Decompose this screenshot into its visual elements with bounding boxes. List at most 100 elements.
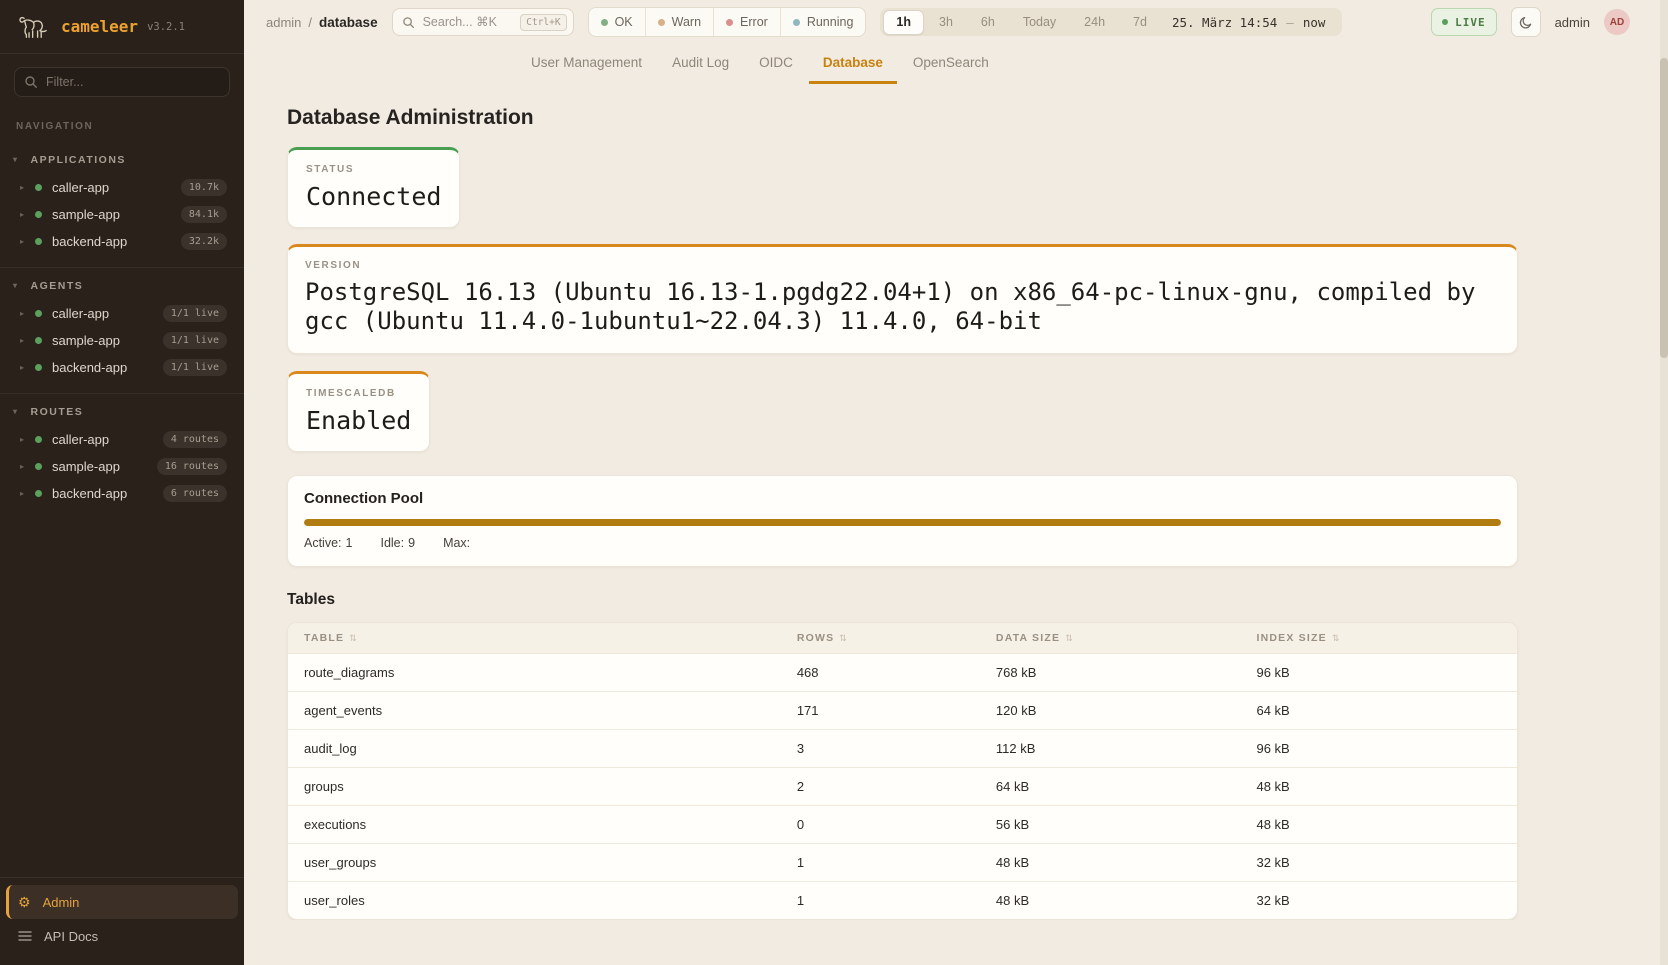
sidebar-item-sample-app-agent[interactable]: ▸ sample-app 1/1 live (0, 327, 244, 354)
item-label: backend-app (52, 486, 156, 501)
sidebar-item-admin[interactable]: ⚙ Admin (6, 885, 238, 919)
chevron-down-icon: ▾ (13, 408, 19, 416)
sidebar-item-api-docs[interactable]: API Docs (6, 919, 238, 953)
running-dot-icon (793, 19, 800, 26)
sidebar-item-caller-app-agent[interactable]: ▸ caller-app 1/1 live (0, 300, 244, 327)
tables-table: TABLE⇅ ROWS⇅ DATA SIZE⇅ INDEX SIZE⇅ rout… (288, 623, 1517, 919)
sidebar-item-caller-app-routes[interactable]: ▸ caller-app 4 routes (0, 426, 244, 453)
table-row: groups 2 64 kB 48 kB (288, 767, 1517, 805)
sidebar-item-sample-app-routes[interactable]: ▸ sample-app 16 routes (0, 453, 244, 480)
breadcrumb-admin[interactable]: admin (266, 15, 301, 30)
tab-user-management[interactable]: User Management (517, 55, 656, 84)
sidebar-item-backend-app-agent[interactable]: ▸ backend-app 1/1 live (0, 354, 244, 381)
date-range-display[interactable]: 25. März 14:54 — now (1162, 15, 1339, 30)
status-dot-icon (35, 436, 42, 443)
list-icon (18, 931, 32, 941)
live-dot-icon (1442, 19, 1448, 25)
time-range-6h[interactable]: 6h (968, 10, 1008, 35)
time-range-1h[interactable]: 1h (883, 10, 924, 35)
api-docs-label: API Docs (44, 929, 98, 944)
sidebar-item-backend-app[interactable]: ▸ backend-app 32.2k (0, 228, 244, 255)
tab-opensearch[interactable]: OpenSearch (899, 55, 1003, 84)
camel-logo-icon (16, 12, 52, 41)
cell-index-size: 48 kB (1240, 767, 1517, 805)
column-header-table[interactable]: TABLE⇅ (288, 623, 781, 654)
cell-table-name: audit_log (288, 729, 781, 767)
live-toggle[interactable]: LIVE (1431, 8, 1497, 36)
section-header-routes[interactable]: ▾ ROUTES (0, 400, 244, 426)
column-header-rows[interactable]: ROWS⇅ (781, 623, 980, 654)
cell-rows: 3 (781, 729, 980, 767)
status-filter-label: Running (807, 15, 854, 29)
chevron-right-icon: ▸ (20, 184, 28, 192)
cell-data-size: 64 kB (980, 767, 1241, 805)
database-admin-page: Database Administration STATUS Connected… (244, 84, 1668, 920)
status-filter-ok[interactable]: OK (589, 8, 645, 36)
navigation-label: NAVIGATION (16, 121, 228, 132)
gear-icon: ⚙ (18, 895, 31, 909)
scrollbar-thumb[interactable] (1660, 58, 1668, 358)
time-range-3h[interactable]: 3h (926, 10, 966, 35)
chevron-right-icon: ▸ (20, 490, 28, 498)
section-header-applications[interactable]: ▾ APPLICATIONS (0, 148, 244, 174)
connection-pool-stats: Active: 1 Idle: 9 Max: (304, 536, 1501, 550)
status-filter-warn[interactable]: Warn (645, 8, 713, 36)
time-range-today[interactable]: Today (1010, 10, 1069, 35)
cell-rows: 2 (781, 767, 980, 805)
tables-card: TABLE⇅ ROWS⇅ DATA SIZE⇅ INDEX SIZE⇅ rout… (287, 622, 1518, 920)
time-range-group: 1h 3h 6h Today 24h 7d 25. März 14:54 — n… (880, 8, 1342, 36)
count-badge: 10.7k (181, 179, 227, 196)
status-dot-icon (35, 463, 42, 470)
connection-pool-title: Connection Pool (304, 490, 1501, 507)
status-dot-icon (35, 184, 42, 191)
routes-badge: 16 routes (157, 458, 227, 475)
sidebar-item-caller-app[interactable]: ▸ caller-app 10.7k (0, 174, 244, 201)
status-filter-running[interactable]: Running (780, 8, 866, 36)
stat-value: 9 (408, 536, 415, 550)
time-range-7d[interactable]: 7d (1120, 10, 1160, 35)
cell-data-size: 56 kB (980, 805, 1241, 843)
connection-pool-bar-fill (304, 519, 1501, 526)
table-row: executions 0 56 kB 48 kB (288, 805, 1517, 843)
column-header-index-size[interactable]: INDEX SIZE⇅ (1240, 623, 1517, 654)
filter-input[interactable] (14, 67, 230, 97)
sidebar-item-backend-app-routes[interactable]: ▸ backend-app 6 routes (0, 480, 244, 507)
username-label: admin (1555, 15, 1590, 30)
date-range-end: now (1303, 15, 1326, 30)
section-header-agents[interactable]: ▾ AGENTS (0, 274, 244, 300)
brand-name: cameleer (61, 17, 138, 36)
time-range-24h[interactable]: 24h (1071, 10, 1118, 35)
chevron-right-icon: ▸ (20, 364, 28, 372)
table-row: agent_events 171 120 kB 64 kB (288, 691, 1517, 729)
status-card-value: Connected (306, 182, 441, 211)
cell-index-size: 32 kB (1240, 881, 1517, 919)
version-card-label: VERSION (305, 260, 1500, 271)
tab-database[interactable]: Database (809, 55, 897, 84)
search-input[interactable] (421, 14, 515, 30)
cell-data-size: 48 kB (980, 843, 1241, 881)
search-icon (402, 16, 415, 29)
sidebar-item-sample-app[interactable]: ▸ sample-app 84.1k (0, 201, 244, 228)
brand-header: cameleer v3.2.1 (0, 0, 244, 54)
tab-oidc[interactable]: OIDC (745, 55, 807, 84)
theme-toggle-button[interactable] (1511, 7, 1541, 37)
topbar: admin / database Ctrl+K OK Warn (244, 0, 1668, 44)
column-header-data-size[interactable]: DATA SIZE⇅ (980, 623, 1241, 654)
cell-rows: 171 (781, 691, 980, 729)
sidebar-filter (14, 67, 230, 97)
status-card-label: STATUS (306, 164, 441, 175)
cell-index-size: 64 kB (1240, 691, 1517, 729)
pool-stat-active: Active: 1 (304, 536, 352, 550)
page-scrollbar (1660, 0, 1668, 965)
live-label: LIVE (1455, 16, 1486, 29)
shortcut-keycap: Ctrl+K (520, 14, 566, 31)
status-filter-error[interactable]: Error (713, 8, 780, 36)
tab-audit-log[interactable]: Audit Log (658, 55, 743, 84)
table-row: audit_log 3 112 kB 96 kB (288, 729, 1517, 767)
admin-label: Admin (43, 895, 80, 910)
avatar[interactable]: AD (1604, 9, 1630, 35)
item-label: caller-app (52, 432, 156, 447)
status-dot-icon (35, 364, 42, 371)
section-label: APPLICATIONS (31, 154, 126, 166)
cell-rows: 1 (781, 881, 980, 919)
